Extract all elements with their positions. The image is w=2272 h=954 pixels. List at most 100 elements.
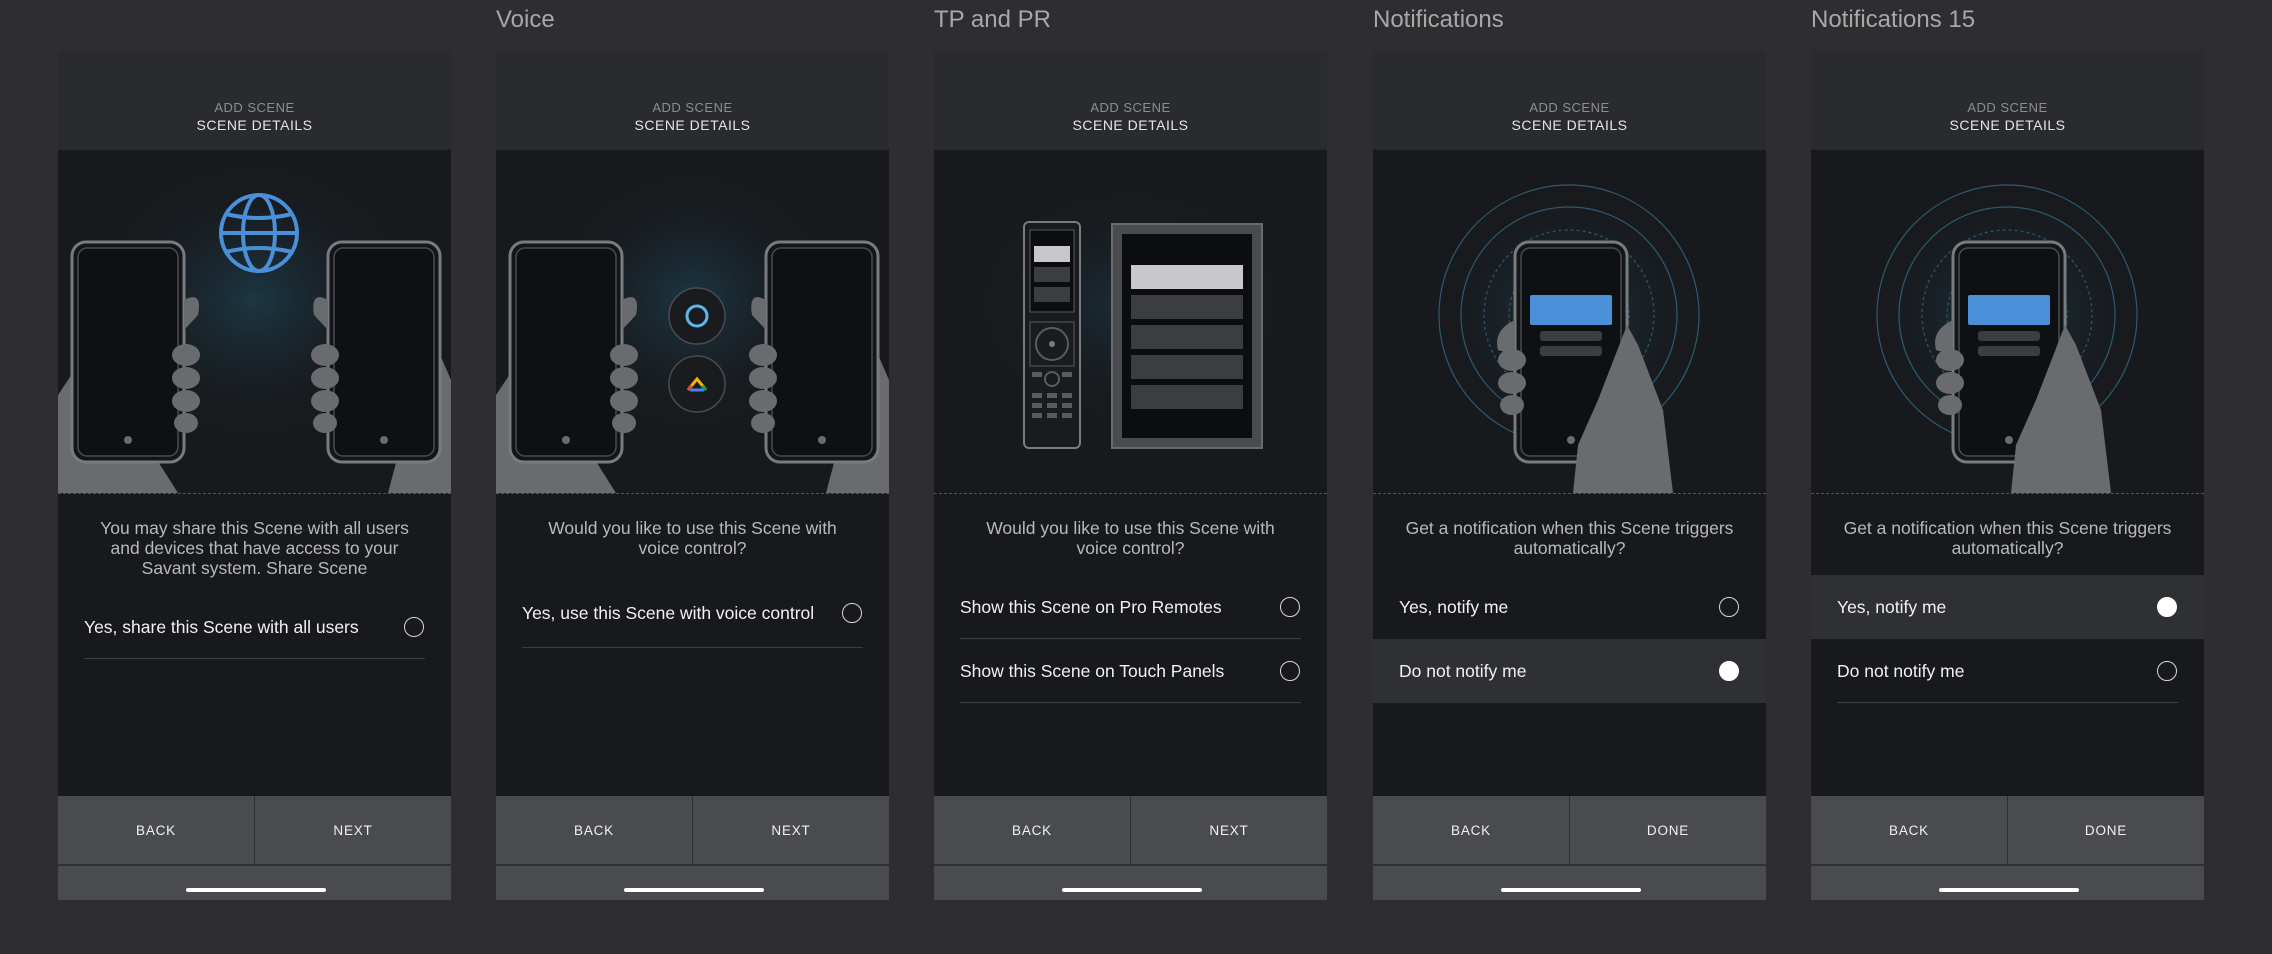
footer: BACK NEXT [58,796,451,900]
footer: BACK DONE [1811,796,2204,900]
voice-illustration [496,150,889,493]
option-yes-notify[interactable]: Yes, notify me [1373,575,1766,639]
right-phone-hand [749,240,889,493]
touch-panel-icon [1111,223,1263,449]
footer-separator [1811,864,2204,866]
left-phone-hand [496,240,638,493]
frame-label-tp-pr: TP and PR [934,6,1051,33]
option-yes-notify[interactable]: Yes, notify me [1811,575,2204,639]
header-title: SCENE DETAILS [1511,117,1628,133]
option-pro-remotes[interactable]: Show this Scene on Pro Remotes [934,575,1327,639]
option-do-not-notify[interactable]: Do not notify me [1811,639,2204,703]
option-do-not-notify[interactable]: Do not notify me [1373,639,1766,703]
done-button[interactable]: DONE [2008,796,2204,864]
question-text: Would you like to use this Scene with vo… [548,518,837,558]
footer-separator [58,864,451,866]
header: ADD SCENE SCENE DETAILS [496,50,889,150]
question-text: Get a notification when this Scene trigg… [1405,518,1734,558]
alexa-icon [668,287,726,345]
radio-button[interactable] [1719,597,1739,617]
done-button[interactable]: DONE [1570,796,1766,864]
option-label: Yes, notify me [1837,597,1947,617]
row-separator [522,647,863,648]
row-separator [84,658,425,659]
tp-pr-illustration [934,150,1327,493]
screen-tp-pr: ADD SCENE SCENE DETAILS Would you like t… [934,50,1327,900]
question-text: Would you like to use this Scene with vo… [986,518,1275,558]
divider [58,493,451,494]
footer-separator [934,864,1327,866]
footer: BACK NEXT [934,796,1327,900]
frame-label-notifications-15: Notifications 15 [1811,6,1976,33]
header-title: SCENE DETAILS [634,117,751,133]
option-use-voice-control[interactable]: Yes, use this Scene with voice control [496,578,889,648]
screen-notifications-15: ADD SCENE SCENE DETAILS Get a notificati… [1811,50,2204,900]
radio-button[interactable] [842,603,862,623]
option-touch-panels[interactable]: Show this Scene on Touch Panels [934,639,1327,703]
row-separator [960,702,1301,703]
header-title: SCENE DETAILS [1072,117,1189,133]
header-subtitle: ADD SCENE [1967,100,2048,115]
home-indicator[interactable] [1062,888,1202,892]
google-home-icon [668,355,726,413]
home-indicator[interactable] [186,888,326,892]
row-separator [1837,702,2178,703]
back-button[interactable]: BACK [1811,796,2008,864]
radio-button[interactable] [404,617,424,637]
option-label: Show this Scene on Pro Remotes [960,597,1222,617]
header-subtitle: ADD SCENE [1529,100,1610,115]
screen-notifications: ADD SCENE SCENE DETAILS Get a notificati… [1373,50,1766,900]
next-button[interactable]: NEXT [1131,796,1327,864]
option-share-all-users[interactable]: Yes, share this Scene with all users [58,595,451,659]
footer-separator [1373,864,1766,866]
screen-voice: ADD SCENE SCENE DETAILS Would you like t… [496,50,889,900]
header-title: SCENE DETAILS [1949,117,2066,133]
footer-separator [496,864,889,866]
header: ADD SCENE SCENE DETAILS [58,50,451,150]
radio-button-selected[interactable] [2157,597,2177,617]
left-phone-hand [58,240,200,493]
back-button[interactable]: BACK [934,796,1131,864]
header: ADD SCENE SCENE DETAILS [1373,50,1766,150]
divider [1373,493,1766,494]
notification-illustration [1373,150,1766,493]
home-indicator[interactable] [1939,888,2079,892]
frame-label-voice: Voice [496,6,555,33]
header-subtitle: ADD SCENE [214,100,295,115]
notification-illustration [1811,150,2204,493]
option-label: Yes, use this Scene with voice control [522,603,815,623]
frame-label-notifications: Notifications [1373,6,1504,33]
radio-button[interactable] [1280,597,1300,617]
divider [1811,493,2204,494]
pro-remote-icon [1023,221,1081,449]
radio-button[interactable] [1280,661,1300,681]
right-phone-hand [311,240,451,493]
share-illustration [58,150,451,493]
radio-button-selected[interactable] [1719,661,1739,681]
back-button[interactable]: BACK [58,796,255,864]
screen-share-scene: ADD SCENE SCENE DETAILS You may share th… [58,50,451,900]
option-label: Do not notify me [1837,661,1965,681]
footer: BACK DONE [1373,796,1766,900]
radio-button[interactable] [2157,661,2177,681]
header: ADD SCENE SCENE DETAILS [934,50,1327,150]
question-text: Get a notification when this Scene trigg… [1843,518,2172,558]
option-label: Do not notify me [1399,661,1527,681]
option-label: Yes, share this Scene with all users [84,617,359,637]
back-button[interactable]: BACK [1373,796,1570,864]
next-button[interactable]: NEXT [693,796,889,864]
question-text: You may share this Scene with all users … [100,518,409,578]
footer: BACK NEXT [496,796,889,900]
next-button[interactable]: NEXT [255,796,451,864]
divider [496,493,889,494]
home-indicator[interactable] [1501,888,1641,892]
option-label: Show this Scene on Touch Panels [960,661,1225,681]
header-subtitle: ADD SCENE [1090,100,1171,115]
header: ADD SCENE SCENE DETAILS [1811,50,2204,150]
divider [934,493,1327,494]
back-button[interactable]: BACK [496,796,693,864]
option-label: Yes, notify me [1399,597,1509,617]
header-subtitle: ADD SCENE [652,100,733,115]
header-title: SCENE DETAILS [196,117,313,133]
home-indicator[interactable] [624,888,764,892]
